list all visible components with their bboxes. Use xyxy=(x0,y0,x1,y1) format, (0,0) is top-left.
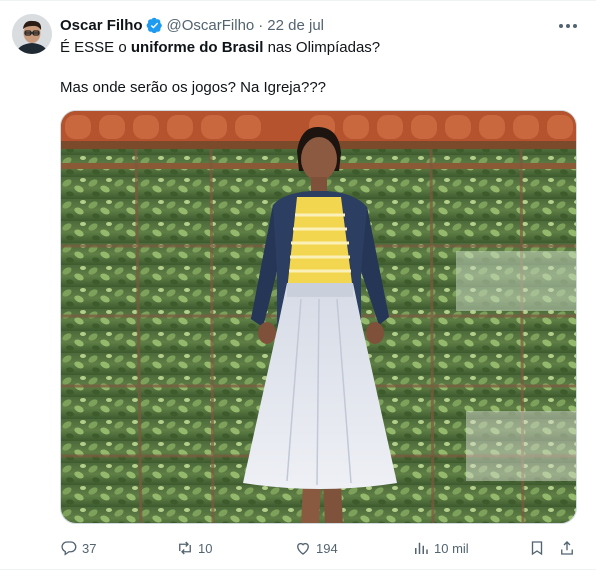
header-separator: · xyxy=(258,16,264,34)
tweet-text-bold: uniforme do Brasil xyxy=(130,39,264,56)
retweet-count: 10 xyxy=(198,540,213,556)
like-count: 194 xyxy=(316,540,338,556)
tweet-photo[interactable] xyxy=(60,110,577,524)
heart-icon xyxy=(297,542,309,555)
bookmark-button[interactable] xyxy=(528,536,550,560)
reply-count: 37 xyxy=(82,540,97,556)
author-name[interactable]: Oscar Filho xyxy=(60,17,143,34)
reply-icon xyxy=(61,541,77,556)
like-button[interactable]: 194 xyxy=(294,536,338,560)
tweet-text-part: nas Olimpíadas? xyxy=(263,39,381,56)
tweet-text-part: É ESSE o xyxy=(60,39,131,56)
retweet-icon xyxy=(179,541,191,555)
views-count: 10 mil xyxy=(434,540,469,556)
tweet-header: Oscar Filho @OscarFilho · 22 de jul xyxy=(60,14,578,36)
views-button[interactable]: 10 mil xyxy=(412,536,469,560)
tweet-text: É ESSE o uniforme do Brasil nas Olimpíad… xyxy=(60,38,578,98)
bookmark-icon xyxy=(531,541,543,556)
retweet-button[interactable]: 10 xyxy=(176,536,212,560)
author-handle[interactable]: @OscarFilho xyxy=(167,17,255,34)
more-options-icon[interactable] xyxy=(554,12,582,40)
photo-woman-uniform-icon xyxy=(61,111,576,523)
share-icon xyxy=(561,541,573,555)
tweet-line-2: Mas onde serão os jogos? Na Igreja??? xyxy=(60,79,327,96)
verified-badge-icon xyxy=(146,17,163,34)
views-chart-icon xyxy=(415,542,428,554)
top-divider xyxy=(0,0,596,1)
avatar-image xyxy=(12,14,52,54)
tweet-date[interactable]: 22 de jul xyxy=(267,17,324,34)
author-avatar[interactable] xyxy=(12,14,52,54)
tweet-actions: 37 10 194 10 mil xyxy=(60,536,580,560)
share-button[interactable] xyxy=(558,536,580,560)
tweet-line-1: É ESSE o uniforme do Brasil nas Olimpíad… xyxy=(60,38,578,58)
reply-button[interactable]: 37 xyxy=(60,536,96,560)
